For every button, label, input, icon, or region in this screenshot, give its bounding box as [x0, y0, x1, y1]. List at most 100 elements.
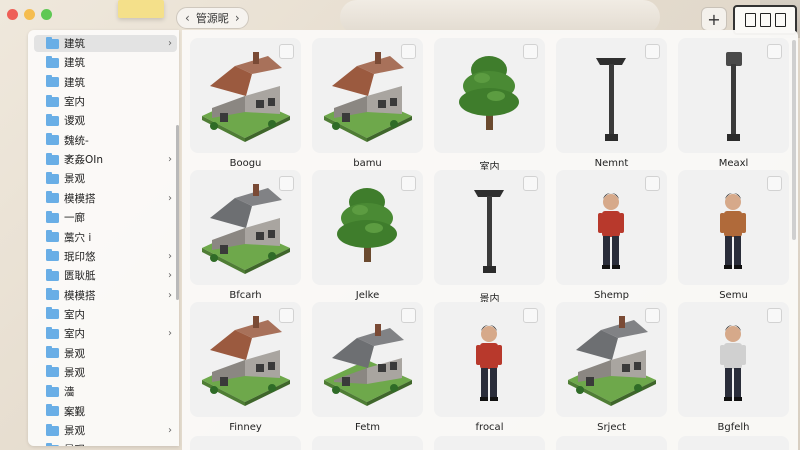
sidebar-item[interactable]: 建筑 › [34, 35, 177, 52]
sidebar-item-label: 室内 [64, 308, 85, 321]
sidebar-item[interactable]: 魏统- [34, 132, 177, 149]
sidebar-item[interactable]: 模模搭 › [34, 287, 177, 304]
grid-scrollbar[interactable] [792, 40, 796, 240]
folder-icon [46, 404, 59, 417]
sidebar-item[interactable]: 景观› [34, 441, 177, 446]
sidebar-item[interactable]: 建筑 [34, 54, 177, 71]
sidebar-item[interactable]: 景观 [34, 170, 177, 187]
select-checkbox[interactable] [645, 44, 660, 59]
sidebar-item[interactable]: 谡观 [34, 112, 177, 129]
sidebar-item[interactable]: 匮耿胝 › [34, 267, 177, 284]
asset-card[interactable] [678, 38, 789, 153]
asset-card[interactable] [556, 170, 667, 285]
select-checkbox[interactable] [279, 308, 294, 323]
sidebar-item[interactable]: 景观 [34, 364, 177, 381]
select-checkbox[interactable] [767, 44, 782, 59]
sidebar-item[interactable]: 珉印悠 › [34, 248, 177, 265]
folder-icon [46, 442, 59, 446]
asset-caption: Nemnt [594, 158, 629, 169]
sidebar-item[interactable]: 濇 [34, 383, 177, 400]
folder-icon [46, 288, 59, 301]
asset-card[interactable] [434, 302, 545, 417]
folder-icon [46, 249, 59, 262]
asset-card-partial[interactable] [678, 436, 789, 450]
current-path-label: 管源昵 [195, 12, 229, 25]
sidebar-item-label: 室内 [64, 96, 85, 109]
select-checkbox[interactable] [523, 176, 538, 191]
asset-card[interactable] [190, 38, 301, 153]
chevron-right-icon[interactable]: › [163, 251, 177, 262]
select-checkbox[interactable] [767, 308, 782, 323]
asset-card[interactable] [312, 170, 423, 285]
sidebar-item[interactable]: 室内 › [34, 325, 177, 342]
asset-card[interactable] [434, 38, 545, 153]
select-checkbox[interactable] [523, 308, 538, 323]
chevron-right-icon[interactable]: › [163, 425, 177, 436]
asset-card-partial[interactable] [190, 436, 301, 450]
select-checkbox[interactable] [401, 176, 416, 191]
sidebar-item[interactable]: 室内 [34, 306, 177, 323]
sidebar-item-label: 景观 [64, 173, 85, 186]
sidebar-item-label: 景观 [64, 442, 163, 446]
select-checkbox[interactable] [523, 44, 538, 59]
folder-icon [46, 171, 59, 184]
asset-caption: frocal [475, 422, 504, 433]
asset-card[interactable] [190, 170, 301, 285]
chevron-right-icon[interactable]: › [163, 154, 177, 165]
sidebar-item[interactable]: 景观 [34, 345, 177, 362]
zoom-window-button[interactable] [41, 9, 52, 20]
sidebar-item-label: 模模搭 [64, 289, 96, 302]
asset-card[interactable] [312, 38, 423, 153]
asset-caption: Bfcarh [229, 290, 262, 301]
asset-card[interactable] [678, 170, 789, 285]
asset-card[interactable] [556, 302, 667, 417]
select-checkbox[interactable] [401, 308, 416, 323]
add-button[interactable]: + [701, 7, 727, 31]
sidebar-item[interactable]: 建筑 [34, 74, 177, 91]
asset-card[interactable] [678, 302, 789, 417]
select-checkbox[interactable] [279, 44, 294, 59]
sidebar-item[interactable]: 一廊 [34, 209, 177, 226]
folder-icon [46, 75, 59, 88]
folder-icon [46, 94, 59, 107]
sidebar-item[interactable]: 景观› [34, 422, 177, 439]
select-checkbox[interactable] [401, 44, 416, 59]
select-checkbox[interactable] [279, 176, 294, 191]
asset-card[interactable] [312, 302, 423, 417]
asset-card-partial[interactable] [312, 436, 423, 450]
asset-card[interactable] [556, 38, 667, 153]
select-checkbox[interactable] [645, 308, 660, 323]
chevron-right-icon[interactable]: › [163, 270, 177, 281]
select-checkbox[interactable] [645, 176, 660, 191]
sidebar-scrollbar[interactable] [176, 125, 179, 300]
asset-card-partial[interactable] [434, 436, 545, 450]
minimize-window-button[interactable] [24, 9, 35, 20]
chevron-right-icon[interactable]: › [163, 193, 177, 204]
select-checkbox[interactable] [767, 176, 782, 191]
sidebar-item-label: 模模搭 [64, 192, 96, 205]
back-chevron-icon[interactable]: ‹ [185, 11, 190, 25]
asset-card[interactable] [434, 170, 545, 285]
sidebar-item[interactable]: 藁穴 ⅰ [34, 229, 177, 246]
chevron-right-icon[interactable]: › [163, 290, 177, 301]
close-window-button[interactable] [7, 9, 18, 20]
chevron-right-icon[interactable]: › [163, 328, 177, 339]
chevron-right-icon[interactable]: › [163, 38, 177, 49]
sidebar-item-label: 袤姦OIn [64, 154, 104, 167]
sidebar-item[interactable]: 袤姦OIn › [34, 151, 177, 168]
sidebar-item-label: 案觐 [64, 405, 85, 418]
folder-icon [46, 365, 59, 378]
forward-chevron-icon[interactable]: › [235, 11, 240, 25]
sidebar-item-label: 室内 [64, 328, 85, 341]
folder-icon [46, 133, 59, 146]
folder-icon [46, 152, 59, 165]
sidebar-item[interactable]: 模模搭 › [34, 190, 177, 207]
sidebar-item[interactable]: 案觐 [34, 403, 177, 420]
sidebar-item-label: 建筑 [64, 38, 85, 50]
sidebar-item[interactable]: 室内 [34, 93, 177, 110]
chevron-right-icon[interactable]: › [163, 444, 177, 446]
asset-card[interactable] [190, 302, 301, 417]
asset-caption: Semu [719, 290, 748, 301]
asset-card-partial[interactable] [556, 436, 667, 450]
view-segment-icon [759, 13, 771, 27]
